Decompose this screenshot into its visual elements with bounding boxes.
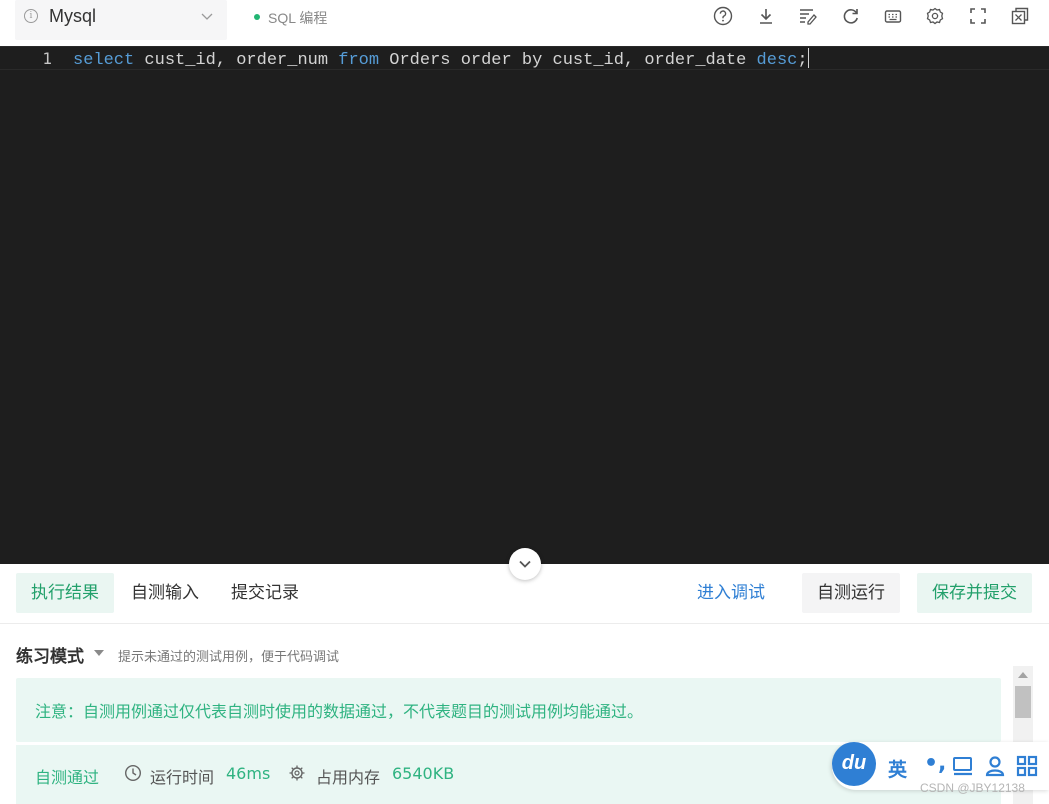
code-token: cust_id, order_num [134, 51, 339, 70]
refresh-icon[interactable] [840, 5, 862, 27]
chevron-down-icon [519, 560, 531, 568]
practice-mode-dropdown[interactable]: 练习模式 [16, 642, 84, 667]
help-icon[interactable] [712, 5, 734, 27]
ime-logo[interactable]: du [832, 742, 876, 786]
code-editor[interactable]: 1 select cust_id, order_num from Orders … [0, 46, 1049, 564]
code-token: from [338, 51, 380, 70]
debug-button[interactable]: 进入调试 [682, 573, 780, 613]
ime-skin-icon[interactable] [951, 754, 975, 778]
tab-result[interactable]: 执行结果 [16, 573, 114, 613]
scroll-up-arrow-icon[interactable] [1018, 672, 1028, 678]
save-submit-button[interactable]: 保存并提交 [917, 573, 1032, 613]
chevron-down-icon [201, 13, 213, 20]
memory-label: 占用内存 [316, 768, 381, 787]
tab-self-input[interactable]: 自测输入 [116, 573, 214, 613]
memory-chip-icon [289, 765, 305, 781]
language-select-value: Mysql [49, 6, 97, 26]
format-code-icon[interactable] [797, 5, 819, 27]
run-time-value: 46ms [226, 764, 271, 783]
ime-user-icon[interactable] [983, 754, 1007, 778]
float-window-icon[interactable] [1009, 5, 1031, 27]
code-token: Orders order by cust_id, order_date [379, 51, 757, 70]
run-time-label: 运行时间 [150, 768, 215, 787]
settings-icon[interactable] [924, 5, 946, 27]
code-line[interactable]: 1 select cust_id, order_num from Orders … [0, 46, 1049, 70]
status-dot [254, 14, 260, 20]
self-test-run-button[interactable]: 自测运行 [802, 573, 900, 613]
fullscreen-icon[interactable] [967, 5, 989, 27]
code-token: select [73, 51, 135, 70]
download-icon[interactable] [755, 5, 777, 27]
ime-toolbox-icon[interactable] [1015, 754, 1039, 778]
editor-toolbar: i Mysql SQL 编程 [0, 0, 1049, 46]
ime-language-toggle[interactable]: 英 [888, 755, 907, 782]
language-select[interactable]: i Mysql [15, 0, 227, 40]
caret-down-icon[interactable] [94, 650, 104, 656]
code-token: ; [797, 51, 808, 70]
scrollbar-thumb[interactable] [1015, 686, 1031, 718]
collapse-panel-button[interactable] [509, 548, 541, 580]
keyboard-icon[interactable] [882, 5, 904, 27]
code-text[interactable]: select cust_id, order_num from Orders or… [73, 48, 809, 72]
mode-label: SQL 编程 [268, 10, 328, 26]
ime-punctuation-toggle[interactable]: •, [924, 751, 946, 776]
line-number: 1 [42, 49, 52, 68]
memory-value: 6540KB [392, 764, 455, 783]
tab-submit-records[interactable]: 提交记录 [216, 573, 314, 613]
practice-mode-hint: 提示未通过的测试用例，便于代码调试 [118, 650, 340, 665]
clock-icon [124, 764, 142, 782]
status-badge: 自测通过 [35, 768, 100, 787]
info-icon: i [24, 9, 38, 23]
text-cursor [807, 48, 809, 68]
notice-banner: 注意：自测用例通过仅代表自测时使用的数据通过，不代表题目的测试用例均能通过。 [16, 678, 1001, 742]
code-token: desc [756, 51, 798, 70]
notice-text: 注意：自测用例通过仅代表自测时使用的数据通过，不代表题目的测试用例均能通过。 [35, 702, 644, 721]
watermark-text: CSDN @JBY12138 [920, 781, 1025, 795]
